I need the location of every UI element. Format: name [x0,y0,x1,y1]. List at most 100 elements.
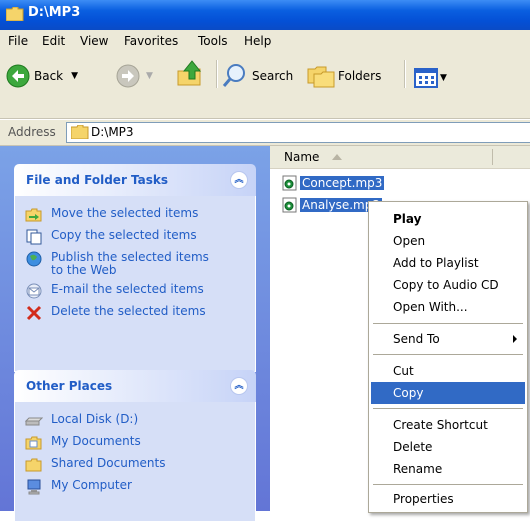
copy-icon [26,229,42,245]
menu-favorites[interactable]: Favorites [124,34,178,48]
task-move[interactable]: Move the selected items [15,204,255,226]
menu-item-open-with[interactable]: Open With... [371,296,525,318]
place-local-disk[interactable]: Local Disk (D:) [15,410,255,432]
mp3-file-icon [282,175,297,191]
up-folder-icon [177,60,202,86]
task-email[interactable]: E-mail the selected items [15,280,255,302]
menu-item-open[interactable]: Open [371,230,525,252]
task-publish[interactable]: Publish the selected items to the Web [15,248,255,280]
search-label: Search [252,69,294,83]
column-header-row: Name [270,146,530,169]
folders-label: Folders [338,69,382,83]
forward-button[interactable]: ▼ [116,62,153,90]
menu-item-copy-to-audio-cd[interactable]: Copy to Audio CD [371,274,525,296]
place-shared-documents[interactable]: Shared Documents [15,454,255,476]
menu-separator [373,484,523,485]
file-item[interactable]: Concept.mp3 [282,174,385,192]
toolbar-separator [216,60,218,88]
menu-item-delete[interactable]: Delete [371,436,525,458]
menu-item-send-to[interactable]: Send To [371,328,525,350]
collapse-chevron-icon[interactable]: ︽ [230,377,248,395]
menu-item-label: Send To [393,332,440,346]
up-folder-button[interactable] [176,60,206,88]
task-copy[interactable]: Copy the selected items [15,226,255,248]
title-bar[interactable]: D:\MP3 [0,0,530,30]
back-button[interactable]: Back ▼ [6,62,78,90]
menu-item-label: Rename [393,462,443,476]
menu-item-add-to-playlist[interactable]: Add to Playlist [371,252,525,274]
other-places-panel: Other Places ︽ Local Disk (D:) My Docume… [14,370,256,522]
menu-help[interactable]: Help [244,34,271,48]
place-my-documents[interactable]: My Documents [15,432,255,454]
panel-header[interactable]: File and Folder Tasks ︽ [14,164,256,196]
folders-button[interactable]: Folders [306,62,381,90]
submenu-arrow-icon [513,335,517,343]
menu-item-label: Open [393,234,426,248]
forward-arrow-icon [116,64,140,88]
task-label: Move the selected items [51,206,199,220]
context-menu: Play Open Add to Playlist Copy to Audio … [368,201,528,513]
menu-item-play[interactable]: Play [371,208,525,230]
place-my-computer[interactable]: My Computer [15,476,255,498]
column-header-name[interactable]: Name [284,150,319,164]
menu-item-label: Create Shortcut [393,418,488,432]
back-arrow-icon [6,64,30,88]
column-divider[interactable] [492,149,493,165]
delete-x-icon [26,305,42,321]
place-label: My Documents [51,434,141,448]
menu-separator [373,323,523,324]
file-folder-tasks-panel: File and Folder Tasks ︽ Move the selecte… [14,164,256,372]
folder-icon [6,7,24,21]
panel-body: Local Disk (D:) My Documents Shared Docu… [14,402,256,522]
address-field[interactable]: D:\MP3 [66,122,530,143]
mp3-file-icon [282,197,297,213]
menu-item-label: Play [393,212,422,226]
documents-folder-icon [25,436,42,450]
file-item[interactable]: Analyse.mp3 [282,196,382,214]
email-icon [26,283,42,299]
menu-item-properties[interactable]: Properties [371,488,525,510]
back-label: Back [34,69,64,83]
computer-icon [27,479,41,495]
task-delete[interactable]: Delete the selected items [15,302,255,324]
menu-item-create-shortcut[interactable]: Create Shortcut [371,414,525,436]
menu-item-rename[interactable]: Rename [371,458,525,480]
back-dropdown-icon[interactable]: ▼ [71,71,78,81]
menu-bar: File Edit View Favorites Tools Help [0,30,530,53]
menu-item-cut[interactable]: Cut [371,360,525,382]
task-pane: File and Folder Tasks ︽ Move the selecte… [0,146,270,522]
sort-ascending-icon [332,154,342,160]
forward-dropdown-icon[interactable]: ▼ [146,71,153,81]
menu-item-label: Copy to Audio CD [393,278,499,292]
menu-item-label: Cut [393,364,414,378]
menu-item-label: Delete [393,440,433,454]
menu-item-label: Add to Playlist [393,256,479,270]
menu-file[interactable]: File [8,34,28,48]
panel-body: Move the selected items Copy the selecte… [14,196,256,372]
task-label: Delete the selected items [51,304,206,318]
menu-tools[interactable]: Tools [198,34,228,48]
menu-view[interactable]: View [80,34,108,48]
toolbar-separator [404,60,406,88]
task-label: E-mail the selected items [51,282,204,296]
collapse-chevron-icon[interactable]: ︽ [230,171,248,189]
views-icon [414,68,438,88]
folders-icon [307,66,335,88]
file-name: Concept.mp3 [300,176,385,190]
menu-separator [373,354,523,355]
publish-web-icon [26,251,42,267]
menu-separator [373,408,523,409]
menu-item-label: Copy [393,386,424,400]
menu-edit[interactable]: Edit [42,34,65,48]
views-dropdown-icon[interactable]: ▼ [440,73,447,83]
menu-item-label: Open With... [393,300,468,314]
move-icon [25,208,42,222]
panel-header[interactable]: Other Places ︽ [14,370,256,402]
views-button[interactable]: ▼ [414,64,447,92]
menu-item-copy[interactable]: Copy [371,382,525,404]
panel-title: File and Folder Tasks [26,173,169,187]
folder-icon [71,125,89,139]
place-label: Local Disk (D:) [51,412,139,426]
address-value: D:\MP3 [91,125,134,139]
search-button[interactable]: Search [222,62,293,90]
